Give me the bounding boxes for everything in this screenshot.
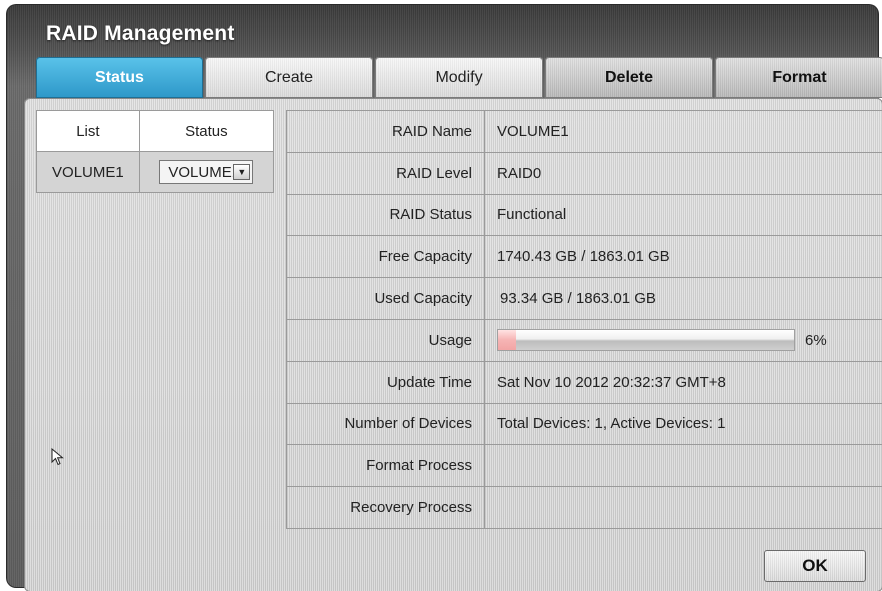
table-row: Free Capacity 1740.43 GB / 1863.01 GB	[286, 235, 882, 279]
usage-cell: 6%	[484, 318, 882, 362]
volume-select[interactable]: VOLUME1 ▼	[159, 160, 254, 184]
table-row: RAID Name VOLUME1	[286, 110, 882, 153]
tab-format[interactable]: Format	[715, 57, 882, 98]
table-row: Number of Devices Total Devices: 1, Acti…	[286, 402, 882, 446]
usage-progress-bar	[497, 329, 795, 352]
raid-management-window: RAID Management Status Create Modify Del…	[6, 4, 882, 591]
tab-delete[interactable]: Delete	[545, 57, 713, 98]
raid-details-table: RAID Name VOLUME1 RAID Level RAID0 RAID …	[286, 110, 882, 529]
recovery-process-label: Recovery Process	[286, 486, 485, 529]
chevron-down-icon[interactable]: ▼	[233, 164, 251, 180]
status-panel: List Status VOLUME1 VOLUME1 ▼ RAID Name …	[24, 98, 882, 591]
usage-percent-text: 6%	[805, 331, 827, 349]
table-row: Used Capacity 93.34 GB / 1863.01 GB	[286, 277, 882, 320]
recovery-process-value	[484, 486, 882, 529]
free-capacity-value: 1740.43 GB / 1863.01 GB	[484, 235, 882, 279]
table-row[interactable]: VOLUME1 VOLUME1 ▼	[36, 151, 275, 193]
table-row: Recovery Process	[286, 486, 882, 529]
mouse-pointer-icon	[51, 448, 64, 466]
used-capacity-value: 93.34 GB / 1863.01 GB	[484, 277, 882, 320]
usage-progress-fill	[498, 330, 516, 351]
list-column-header: List	[36, 110, 140, 152]
raid-level-label: RAID Level	[286, 151, 485, 195]
raid-name-label: RAID Name	[286, 110, 485, 153]
tab-bar: Status Create Modify Delete Format	[36, 57, 882, 101]
tab-create[interactable]: Create	[205, 57, 373, 98]
raid-status-label: RAID Status	[286, 193, 485, 237]
raid-level-value: RAID0	[484, 151, 882, 195]
number-of-devices-label: Number of Devices	[286, 402, 485, 446]
used-capacity-label: Used Capacity	[286, 277, 485, 320]
update-time-label: Update Time	[286, 360, 485, 404]
table-row: RAID Level RAID0	[286, 151, 882, 195]
table-row: Usage 6%	[286, 318, 882, 362]
table-row: Update Time Sat Nov 10 2012 20:32:37 GMT…	[286, 360, 882, 404]
raid-name-value: VOLUME1	[484, 110, 882, 153]
raid-status-value: Functional	[484, 193, 882, 237]
tab-modify[interactable]: Modify	[375, 57, 543, 98]
table-row: RAID Status Functional	[286, 193, 882, 237]
number-of-devices-value: Total Devices: 1, Active Devices: 1	[484, 402, 882, 446]
tab-status[interactable]: Status	[36, 57, 203, 98]
format-process-label: Format Process	[286, 444, 485, 488]
volume-list-table: List Status VOLUME1 VOLUME1 ▼	[36, 110, 275, 193]
volume-status-cell: VOLUME1 ▼	[138, 151, 275, 193]
format-process-value	[484, 444, 882, 488]
free-capacity-label: Free Capacity	[286, 235, 485, 279]
status-column-header: Status	[138, 110, 275, 152]
volume-name-cell[interactable]: VOLUME1	[36, 151, 140, 193]
usage-label: Usage	[286, 318, 485, 362]
window-title: RAID Management	[46, 22, 235, 45]
ok-button[interactable]: OK	[764, 550, 866, 582]
update-time-value: Sat Nov 10 2012 20:32:37 GMT+8	[484, 360, 882, 404]
table-row: Format Process	[286, 444, 882, 488]
volume-select-value: VOLUME1	[168, 163, 234, 181]
